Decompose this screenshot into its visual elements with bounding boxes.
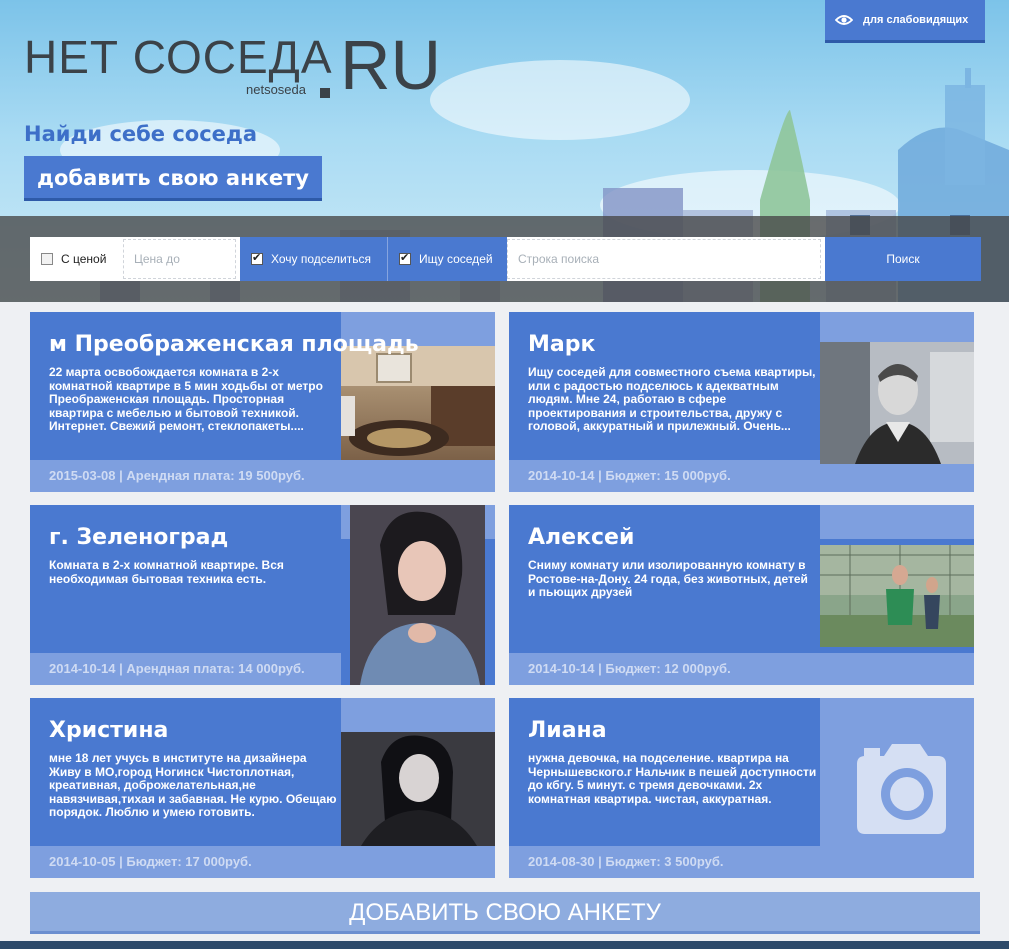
with-price-label: С ценой <box>61 252 107 266</box>
seek-neighbors-filter[interactable]: Ищу соседей <box>387 237 507 281</box>
add-profile-bottom-button[interactable]: ДОБАВИТЬ СВОЮ АНКЕТУ <box>30 892 980 934</box>
seek-neighbors-label: Ищу соседей <box>419 252 493 266</box>
card-footer: 2014-10-14 | Бюджет: 12 000руб. <box>509 653 820 685</box>
logo-dot <box>320 88 330 98</box>
card-title[interactable]: Алексей <box>528 525 634 550</box>
card-description: мне 18 лет учусь в институте на дизайнер… <box>49 751 337 819</box>
with-price-filter[interactable]: С ценой <box>30 237 123 281</box>
search-input[interactable] <box>507 239 821 279</box>
search-button[interactable]: Поиск <box>825 237 981 281</box>
price-max-input[interactable] <box>123 239 236 279</box>
logo-title[interactable]: НЕТ СОСЕДА <box>24 34 333 80</box>
listing-card[interactable]: Марк Ищу соседей для совместного съема к… <box>509 312 974 492</box>
accessibility-button[interactable]: для слабовидящих <box>825 0 985 43</box>
card-title[interactable]: Лиана <box>528 718 607 743</box>
footer-strip <box>0 941 1009 949</box>
card-description: Сниму комнату или изолированную комнату … <box>528 558 808 599</box>
card-footer: 2014-10-14 | Бюджет: 15 000руб. <box>509 460 820 492</box>
want-share-filter[interactable]: Хочу подселиться <box>240 237 387 281</box>
card-title[interactable]: г. Зеленоград <box>49 525 228 550</box>
listing-card[interactable]: м Преображенская площадь 22 марта освобо… <box>30 312 495 492</box>
girl-photo[interactable] <box>341 732 495 846</box>
no-photo-placeholder[interactable] <box>820 698 974 878</box>
listing-card[interactable]: Христина мне 18 лет учусь в институте на… <box>30 698 495 878</box>
eye-icon <box>835 15 853 25</box>
card-title[interactable]: Христина <box>49 718 168 743</box>
card-description: 22 марта освобождается комната в 2-х ком… <box>49 365 323 433</box>
camera-placeholder-icon <box>857 744 946 834</box>
card-footer: 2014-10-05 | Бюджет: 17 000руб. <box>30 846 341 878</box>
accessibility-label: для слабовидящих <box>863 14 969 26</box>
listing-card[interactable]: г. Зеленоград Комната в 2-х комнатной кв… <box>30 505 495 685</box>
logo-domain[interactable]: RU <box>340 30 441 100</box>
with-price-checkbox[interactable] <box>41 253 53 265</box>
card-footer: 2014-10-14 | Арендная плата: 14 000руб. <box>30 653 341 685</box>
card-title[interactable]: м Преображенская площадь <box>49 332 419 357</box>
card-footer: 2015-03-08 | Арендная плата: 19 500руб. <box>30 460 341 492</box>
man-photo[interactable] <box>820 342 974 464</box>
logo-subtitle: netsoseda <box>246 82 306 97</box>
card-footer: 2014-08-30 | Бюджет: 3 500руб. <box>509 846 820 878</box>
football-photo[interactable] <box>820 545 974 647</box>
woman-photo[interactable] <box>350 505 485 685</box>
seek-neighbors-checkbox[interactable] <box>399 251 411 265</box>
card-description: Комната в 2-х комнатной квартире. Вся не… <box>49 558 284 586</box>
add-profile-button[interactable]: добавить свою анкету <box>24 156 322 201</box>
want-share-label: Хочу подселиться <box>271 252 372 266</box>
card-title[interactable]: Марк <box>528 332 595 357</box>
want-share-checkbox[interactable] <box>251 251 263 265</box>
card-description: нужна девочка, на подселение. квартира н… <box>528 751 817 806</box>
listing-card[interactable]: Лиана нужна девочка, на подселение. квар… <box>509 698 974 878</box>
listing-card[interactable]: Алексей Сниму комнату или изолированную … <box>509 505 974 685</box>
card-description: Ищу соседей для совместного съема кварти… <box>528 365 816 433</box>
room-photo[interactable] <box>341 346 495 460</box>
filter-bar: С ценой Хочу подселиться Ищу соседей Пои… <box>30 237 981 281</box>
tagline: Найди себе соседа <box>24 122 258 146</box>
